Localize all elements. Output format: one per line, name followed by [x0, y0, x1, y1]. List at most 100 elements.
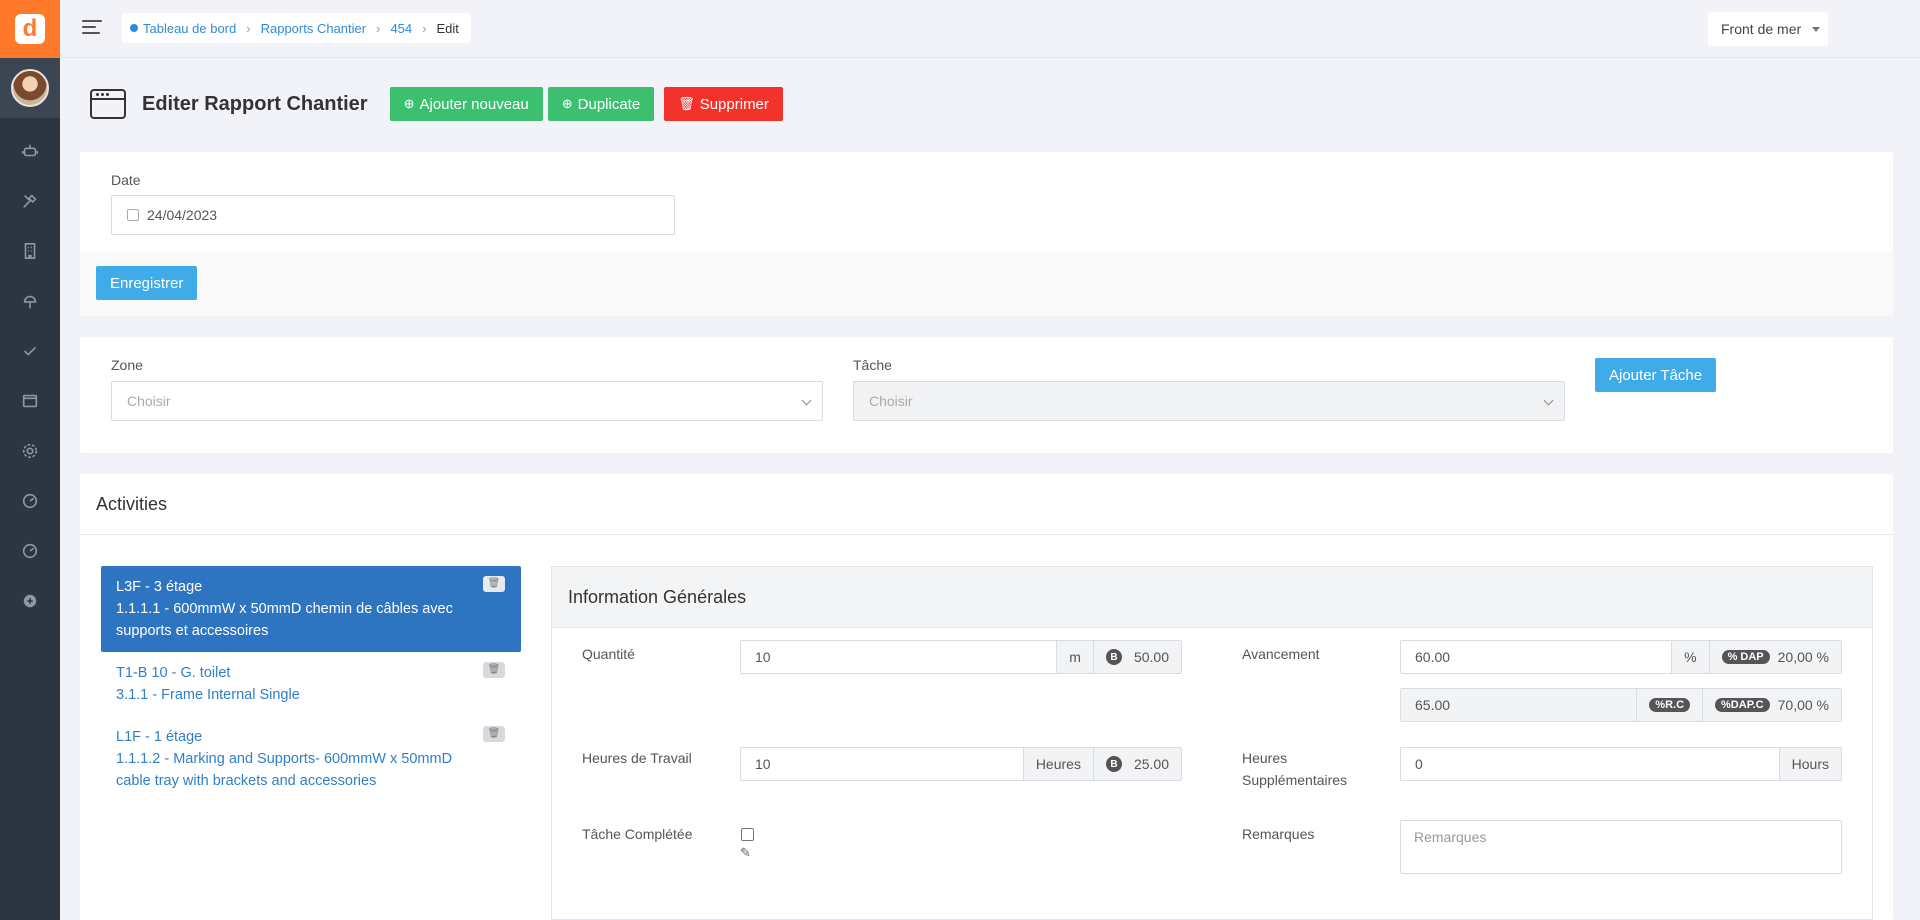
task-picker-panel: Zone Choisir Tâche Choisir Ajouter Tâche	[80, 337, 1893, 453]
remarks-label: Remarques	[1242, 826, 1315, 842]
sidebar-item-dashboard[interactable]	[0, 476, 60, 526]
home-icon	[130, 24, 138, 32]
check-icon	[24, 346, 36, 356]
date-input[interactable]: 24/04/2023	[111, 195, 675, 235]
sidebar-item-building[interactable]	[0, 226, 60, 276]
progress-label: Avancement	[1242, 646, 1320, 662]
work-hours-unit: Heures	[1022, 748, 1093, 780]
task-label: Tâche	[853, 357, 892, 373]
quantity-budget-value: 50.00	[1133, 649, 1169, 665]
add-task-button[interactable]: Ajouter Tâche	[1595, 358, 1717, 392]
activities-title: Activities	[96, 494, 168, 514]
form-footer: Enregistrer	[80, 252, 1893, 316]
general-info-card: Information Générales Quantité 10 m B 50…	[551, 566, 1873, 920]
activity-list: L3F - 3 étage 1.1.1.1 - 600mmW x 50mmD c…	[101, 566, 521, 802]
quantity-input[interactable]: 10	[741, 641, 1056, 673]
delete-button[interactable]: 🗑 Supprimer	[664, 87, 783, 121]
task-complete-checkbox[interactable]	[741, 828, 754, 841]
zone-select[interactable]: Choisir	[111, 381, 823, 421]
remarks-textarea[interactable]: Remarques	[1400, 820, 1842, 874]
progress-unit: %	[1671, 641, 1709, 673]
trash-icon: 🗑	[678, 96, 695, 111]
rc-badge: %R.C	[1649, 698, 1691, 712]
dashboard-icon	[22, 493, 38, 509]
duplicate-button[interactable]: ⊕ Duplicate	[547, 87, 655, 121]
breadcrumb-item-dashboard[interactable]: Tableau de bord	[143, 21, 236, 36]
activity-zone: L1F - 1 étage	[116, 729, 203, 745]
save-button[interactable]: Enregistrer	[96, 266, 198, 300]
task-select[interactable]: Choisir	[853, 381, 1565, 421]
sidebar-item-robot[interactable]	[0, 126, 60, 176]
rc-addon: %R.C	[1636, 689, 1703, 721]
breadcrumb: Tableau de bord › Rapports Chantier › 45…	[122, 13, 471, 43]
activity-item[interactable]: L1F - 1 étage 1.1.1.2 - Marking and Supp…	[101, 716, 521, 802]
app-logo[interactable]: d	[0, 0, 60, 58]
add-new-button[interactable]: ⊕ Ajouter nouveau	[389, 87, 543, 121]
activity-item[interactable]: T1-B 10 - G. toilet 3.1.1 - Frame Intern…	[101, 652, 521, 716]
plus-circle-icon: ⊕	[561, 96, 573, 111]
breadcrumb-item-reports[interactable]: Rapports Chantier	[261, 21, 367, 36]
quantity-budget: B 50.00	[1092, 641, 1181, 673]
building-icon	[24, 242, 36, 260]
work-hours-input[interactable]: 10	[741, 748, 1023, 780]
delete-label: Supprimer	[699, 95, 769, 113]
divider	[80, 534, 1893, 535]
overtime-label: Heures Supplémentaires	[1242, 750, 1348, 788]
add-new-label: Ajouter nouveau	[419, 95, 529, 113]
activity-task: 3.1.1 - Frame Internal Single	[116, 687, 300, 703]
edit-icon[interactable]: ✎	[740, 845, 751, 861]
gear-icon	[22, 443, 38, 459]
sidebar-item-window[interactable]	[0, 376, 60, 426]
project-select[interactable]: Front de mer	[1708, 12, 1828, 46]
trash-icon[interactable]: 🗑	[483, 726, 505, 742]
caret-down-icon	[1812, 27, 1820, 32]
breadcrumb-item-report-id[interactable]: 454	[390, 21, 412, 36]
trash-icon[interactable]: 🗑	[483, 576, 505, 592]
overtime-input-group: 0 Hours	[1400, 747, 1842, 781]
activity-zone: L3F - 3 étage	[116, 579, 203, 595]
report-form-panel: Date 24/04/2023 Enregistrer	[80, 152, 1893, 316]
dashboard-alt-icon	[22, 543, 38, 559]
work-hours-budget-value: 25.00	[1133, 756, 1169, 772]
rc-input: 65.00	[1401, 689, 1637, 721]
page-header: Editer Rapport Chantier ⊕ Ajouter nouvea…	[90, 84, 788, 124]
dap-badge: % DAP	[1721, 650, 1770, 664]
progress-input-group: 60.00 % % DAP 20,00 %	[1400, 640, 1842, 674]
duplicate-label: Duplicate	[577, 95, 641, 113]
sidebar-item-check[interactable]	[0, 326, 60, 376]
task-placeholder: Choisir	[869, 393, 913, 409]
breadcrumb-separator: ›	[376, 20, 381, 36]
date-label: Date	[111, 172, 141, 188]
avatar	[11, 69, 49, 107]
dapc-badge: %DAP.C	[1715, 698, 1770, 712]
progress-input[interactable]: 60.00	[1401, 641, 1671, 673]
page-title: Editer Rapport Chantier	[142, 92, 368, 115]
sidebar-item-settings[interactable]	[0, 426, 60, 476]
breadcrumb-separator: ›	[246, 20, 251, 36]
chevron-down-icon	[801, 395, 812, 406]
quantity-unit: m	[1056, 641, 1093, 673]
quantity-input-group: 10 m B 50.00	[740, 640, 1182, 674]
dap-addon: % DAP 20,00 %	[1708, 641, 1841, 673]
overtime-input[interactable]: 0	[1401, 748, 1779, 780]
menu-toggle-icon[interactable]	[82, 20, 102, 36]
logo-mark: d	[15, 14, 45, 44]
work-hours-label: Heures de Travail	[582, 750, 692, 766]
plus-circle-icon: ⊕	[403, 96, 415, 111]
sidebar-item-tools[interactable]	[0, 176, 60, 226]
zone-placeholder: Choisir	[127, 393, 171, 409]
chevron-down-icon	[1543, 395, 1554, 406]
browser-window-icon	[90, 89, 126, 119]
sidebar-item-add[interactable]	[0, 576, 60, 626]
plus-circle-icon	[23, 594, 37, 608]
trash-icon[interactable]: 🗑	[483, 662, 505, 678]
activity-item[interactable]: L3F - 3 étage 1.1.1.1 - 600mmW x 50mmD c…	[101, 566, 521, 652]
dapc-value: 70,00 %	[1777, 697, 1829, 713]
sidebar: d	[0, 0, 60, 920]
breadcrumb-separator: ›	[422, 20, 427, 36]
sidebar-user-avatar[interactable]	[0, 58, 60, 118]
sidebar-item-dashboard-alt[interactable]	[0, 526, 60, 576]
date-value: 24/04/2023	[147, 207, 218, 223]
dap-value: 20,00 %	[1777, 649, 1829, 665]
sidebar-item-tree[interactable]	[0, 276, 60, 326]
